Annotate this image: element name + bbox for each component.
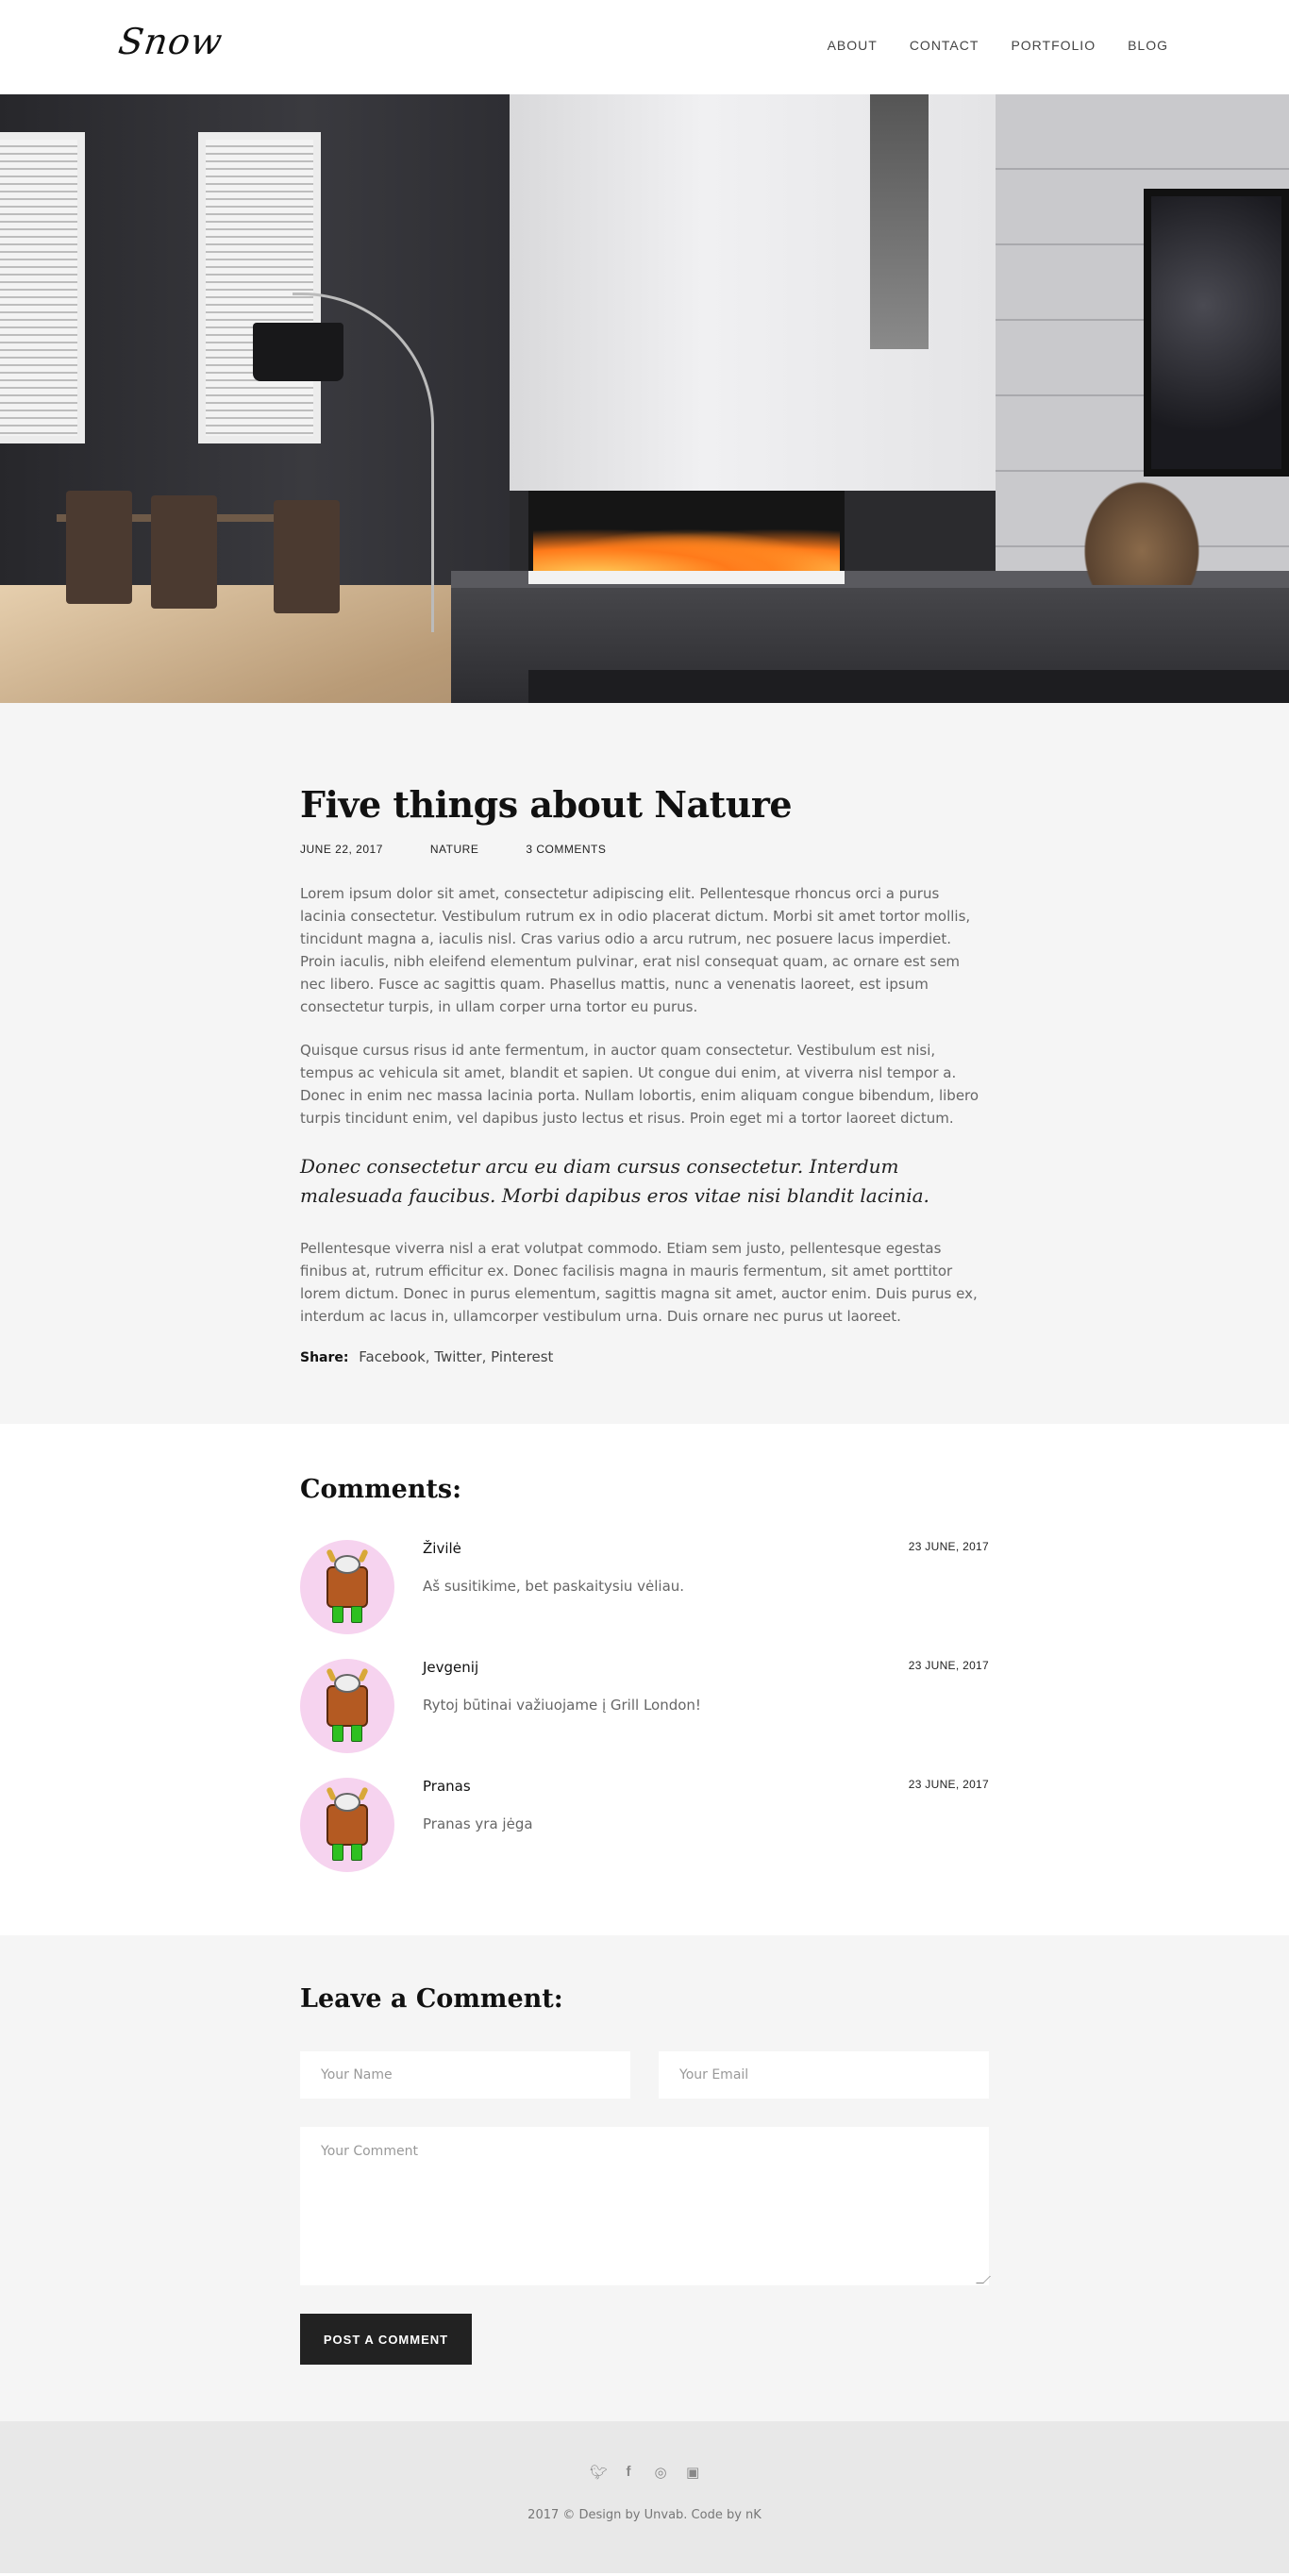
comments-title: Comments: <box>300 1475 462 1504</box>
comment-text: Rytoj būtinai važiuojame į Grill London! <box>423 1697 701 1714</box>
comment-item: Jevgenij 23 JUNE, 2017 Rytoj būtinai važ… <box>300 1659 989 1756</box>
avatar <box>300 1540 394 1634</box>
share-pinterest[interactable]: Pinterest <box>491 1348 553 1365</box>
facebook-icon[interactable]: f <box>622 2464 635 2481</box>
comment-date: 23 JUNE, 2017 <box>908 1778 989 1791</box>
dining-chair <box>151 495 217 609</box>
comment-textarea[interactable]: Your Comment <box>300 2127 991 2285</box>
post-comment-button[interactable]: POST A COMMENT <box>300 2314 472 2365</box>
post-paragraph: Lorem ipsum dolor sit amet, consectetur … <box>300 885 971 1015</box>
main-nav: ABOUT CONTACT PORTFOLIO BLOG <box>828 38 1168 53</box>
post-title: Five things about Nature <box>300 783 793 826</box>
copyright: 2017 © Design by Unvab. Code by nK <box>527 2508 762 2522</box>
nav-portfolio[interactable]: PORTFOLIO <box>1011 38 1096 53</box>
comment-author: Živilė <box>423 1540 461 1557</box>
dribbble-icon[interactable]: ◎ <box>654 2464 667 2481</box>
nav-about[interactable]: ABOUT <box>828 38 878 53</box>
floor-lamp-shade <box>253 323 343 381</box>
form-title: Leave a Comment: <box>300 1984 563 2014</box>
nav-contact[interactable]: CONTACT <box>910 38 979 53</box>
comment-text: Aš susitikime, bet paskaitysiu vėliau. <box>423 1578 685 1595</box>
site-logo[interactable]: Snow <box>116 21 226 62</box>
fire-flames <box>533 528 840 576</box>
comment-date: 23 JUNE, 2017 <box>908 1540 989 1553</box>
resize-grip-icon[interactable] <box>976 2276 991 2283</box>
avatar <box>300 1778 394 1872</box>
nav-blog[interactable]: BLOG <box>1128 38 1168 53</box>
window-blinds <box>0 132 85 443</box>
comment-author: Jevgenij <box>423 1659 479 1676</box>
post-meta: JUNE 22, 2017 NATURE 3 COMMENTS <box>300 843 989 856</box>
post-paragraph: Quisque cursus risus id ante fermentum, … <box>300 1042 979 1127</box>
dining-chair <box>66 491 132 604</box>
article-section: Five things about Nature JUNE 22, 2017 N… <box>0 703 1289 1424</box>
avatar <box>300 1659 394 1753</box>
comments-section: Comments: Živilė 23 JUNE, 2017 Aš susiti… <box>0 1424 1289 1935</box>
wall-painting <box>1144 189 1289 477</box>
site-header: Snow ABOUT CONTACT PORTFOLIO BLOG <box>0 0 1289 94</box>
post-date: JUNE 22, 2017 <box>300 843 383 856</box>
share-facebook[interactable]: Facebook <box>359 1348 425 1365</box>
driftwood-plant <box>1076 472 1208 585</box>
post-comments-count[interactable]: 3 COMMENTS <box>526 843 606 856</box>
site-footer: 🐦︎ f ◎ ▣ 2017 © Design by Unvab. Code by… <box>0 2421 1289 2573</box>
comment-placeholder: Your Comment <box>321 2144 418 2159</box>
twitter-icon[interactable]: 🐦︎ <box>590 2464 608 2481</box>
post-paragraph: Pellentesque viverra nisl a erat volutpa… <box>300 1240 978 1325</box>
social-links: 🐦︎ f ◎ ▣ <box>0 2464 1289 2481</box>
share-twitter[interactable]: Twitter <box>434 1348 481 1365</box>
post-quote: Donec consectetur arcu eu diam cursus co… <box>300 1155 929 1207</box>
hero-image <box>0 94 1289 703</box>
comment-item: Živilė 23 JUNE, 2017 Aš susitikime, bet … <box>300 1540 989 1637</box>
instagram-icon[interactable]: ▣ <box>686 2464 699 2481</box>
comment-date: 23 JUNE, 2017 <box>908 1659 989 1672</box>
share-links: Share: Facebook, Twitter, Pinterest <box>300 1348 554 1365</box>
comment-form-section: Leave a Comment: Your Name Your Email Yo… <box>0 1935 1289 2421</box>
comment-author: Pranas <box>423 1778 471 1795</box>
email-input[interactable]: Your Email <box>659 2051 989 2099</box>
comment-text: Pranas yra jėga <box>423 1815 533 1832</box>
comment-item: Pranas 23 JUNE, 2017 Pranas yra jėga <box>300 1778 989 1875</box>
share-label: Share: <box>300 1350 349 1365</box>
shelf-niche <box>870 94 929 349</box>
name-input[interactable]: Your Name <box>300 2051 630 2099</box>
post-category[interactable]: NATURE <box>430 843 478 856</box>
